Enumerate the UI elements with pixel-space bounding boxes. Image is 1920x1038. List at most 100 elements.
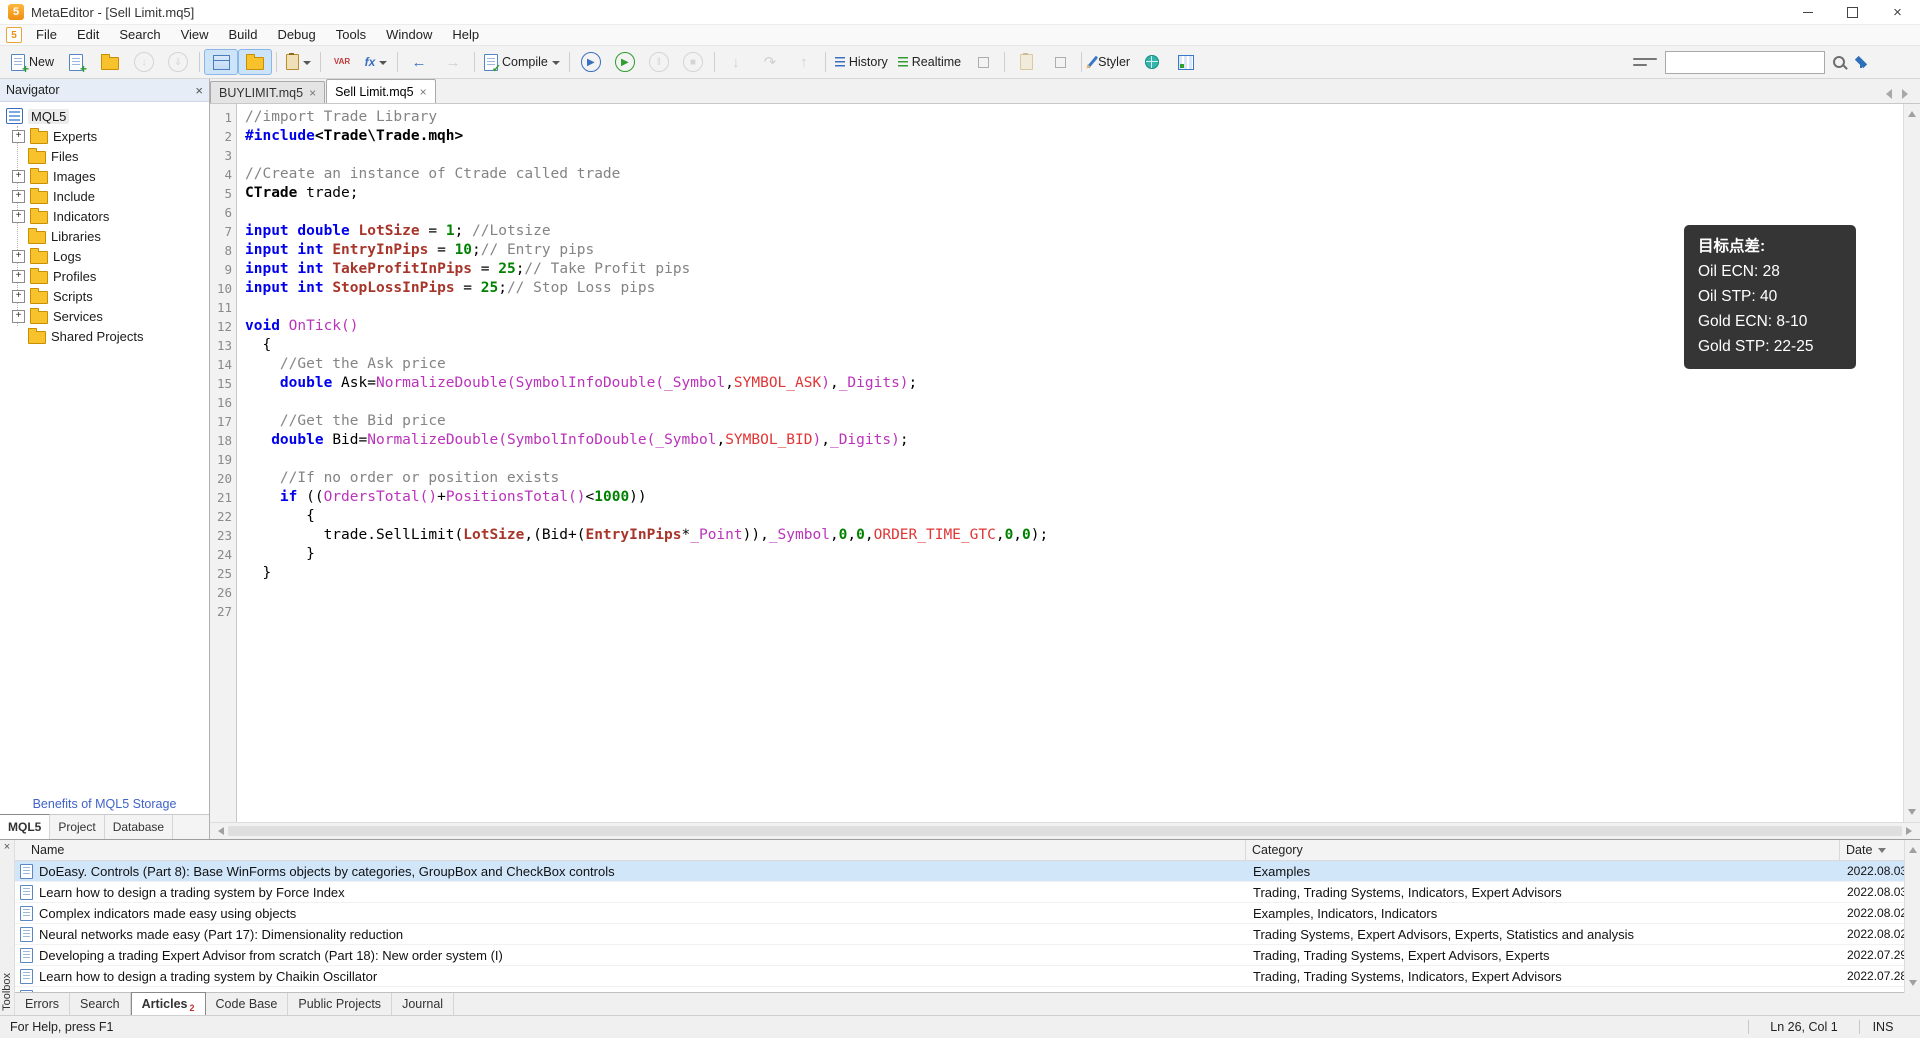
minimize-button[interactable]	[1785, 0, 1830, 24]
tree-item-scripts[interactable]: Scripts	[0, 286, 209, 306]
pause-button[interactable]: ‖	[642, 49, 676, 75]
styler-button[interactable]: Styler	[1086, 49, 1135, 75]
mql5-community-button[interactable]	[1135, 49, 1169, 75]
toolbox-tab-errors[interactable]: Errors	[15, 993, 70, 1015]
open-button[interactable]	[93, 49, 127, 75]
expand-plus-icon[interactable]	[12, 210, 25, 223]
calendar-button[interactable]	[1169, 49, 1203, 75]
tree-item-experts[interactable]: Experts	[0, 126, 209, 146]
menu-item-edit[interactable]: Edit	[67, 25, 109, 45]
articles-vertical-scrollbar[interactable]	[1904, 840, 1920, 993]
save-all-button[interactable]: ⇓	[161, 49, 195, 75]
toolbox-tab-code-base[interactable]: Code Base	[206, 993, 289, 1015]
editor-horizontal-scrollbar[interactable]	[210, 822, 1920, 839]
toggle-navigator-button[interactable]	[204, 49, 238, 75]
paste-dropdown-button[interactable]	[281, 49, 316, 75]
scroll-left-icon[interactable]	[214, 827, 224, 835]
toolbox-tab-public-projects[interactable]: Public Projects	[288, 993, 392, 1015]
tree-item-indicators[interactable]: Indicators	[0, 206, 209, 226]
navigator-tab-mql5[interactable]: MQL5	[0, 814, 50, 839]
tab-scroll-left-icon[interactable]	[1886, 89, 1892, 99]
scroll-up-icon[interactable]	[1908, 107, 1916, 117]
menu-item-search[interactable]: Search	[109, 25, 170, 45]
toggle-toolbox-button[interactable]	[238, 49, 272, 75]
tab-close-icon[interactable]: ×	[420, 86, 427, 98]
menu-item-help[interactable]: Help	[442, 25, 489, 45]
expand-plus-icon[interactable]	[12, 310, 25, 323]
chart-button[interactable]	[966, 49, 1000, 75]
code-editor[interactable]: 1234567891011121314151617181920212223242…	[210, 104, 1903, 822]
scroll-down-icon[interactable]	[1909, 980, 1917, 990]
editor-vertical-scrollbar[interactable]	[1903, 104, 1920, 822]
toolbox-tab-articles[interactable]: Articles2	[131, 992, 206, 1015]
start-profiling-button[interactable]: ▶	[608, 49, 642, 75]
column-header-name[interactable]: Name	[15, 840, 1245, 860]
menu-item-view[interactable]: View	[171, 25, 219, 45]
new-window-button[interactable]	[59, 49, 93, 75]
education-cap-icon[interactable]	[1853, 56, 1869, 68]
scroll-right-icon[interactable]	[1906, 827, 1916, 835]
maximize-button[interactable]	[1830, 0, 1875, 24]
new-button[interactable]: New	[6, 49, 59, 75]
stop-button[interactable]: ■	[676, 49, 710, 75]
navigator-tree[interactable]: MQL5ExpertsFilesImagesIncludeIndicatorsL…	[0, 102, 209, 794]
expand-plus-icon[interactable]	[12, 170, 25, 183]
article-row[interactable]: Learn how to design a trading system by …	[15, 966, 1920, 987]
mql5-storage-link[interactable]: Benefits of MQL5 Storage	[33, 797, 177, 811]
tree-item-profiles[interactable]: Profiles	[0, 266, 209, 286]
search-settings-button[interactable]	[1623, 49, 1657, 75]
search-input[interactable]	[1665, 51, 1825, 74]
variables-button[interactable]: VAR	[325, 49, 359, 75]
expand-plus-icon[interactable]	[12, 130, 25, 143]
tree-item-logs[interactable]: Logs	[0, 246, 209, 266]
navigator-tab-database[interactable]: Database	[105, 815, 173, 839]
mdi-document-icon[interactable]: 5	[6, 27, 22, 43]
tree-root-mql5[interactable]: MQL5	[0, 106, 209, 126]
step-over-button[interactable]: ↷	[753, 49, 787, 75]
step-into-button[interactable]: ↓	[719, 49, 753, 75]
navigate-back-button[interactable]: ←	[402, 49, 436, 75]
scroll-down-icon[interactable]	[1908, 809, 1916, 819]
article-row[interactable]: DoEasy. Controls (Part 8): Base WinForms…	[15, 861, 1920, 882]
search-icon[interactable]	[1833, 56, 1845, 68]
article-row[interactable]: Developing a trading Expert Advisor from…	[15, 945, 1920, 966]
menu-item-build[interactable]: Build	[219, 25, 268, 45]
article-row[interactable]: Learn how to design a trading system by …	[15, 882, 1920, 903]
article-row[interactable]: Complex indicators made easy using objec…	[15, 903, 1920, 924]
article-row[interactable]: Neural networks made easy (Part 17): Dim…	[15, 924, 1920, 945]
scrollbar-thumb[interactable]	[228, 826, 1902, 836]
expand-plus-icon[interactable]	[12, 290, 25, 303]
expand-plus-icon[interactable]	[12, 190, 25, 203]
realtime-button[interactable]: Realtime	[893, 49, 966, 75]
tab-scroll-right-icon[interactable]	[1902, 89, 1908, 99]
menu-item-debug[interactable]: Debug	[267, 25, 325, 45]
start-debug-button[interactable]: ▶	[574, 49, 608, 75]
editor-tab-sell-limit.mq5[interactable]: Sell Limit.mq5×	[326, 79, 436, 103]
expand-plus-icon[interactable]	[12, 250, 25, 263]
tree-item-images[interactable]: Images	[0, 166, 209, 186]
navigator-tab-project[interactable]: Project	[50, 815, 104, 839]
copy-snippet-button[interactable]	[1009, 49, 1043, 75]
tab-close-icon[interactable]: ×	[309, 87, 316, 99]
tree-item-libraries[interactable]: Libraries	[0, 226, 209, 246]
menu-item-window[interactable]: Window	[376, 25, 442, 45]
scroll-up-icon[interactable]	[1909, 843, 1917, 853]
screenshot-button[interactable]	[1043, 49, 1077, 75]
step-out-button[interactable]: ↑	[787, 49, 821, 75]
editor-tab-buylimit.mq5[interactable]: BUYLIMIT.mq5×	[210, 81, 325, 103]
toolbox-close-button[interactable]: ×	[4, 842, 10, 853]
history-button[interactable]: History	[830, 49, 893, 75]
column-header-category[interactable]: Category	[1245, 840, 1839, 860]
toolbox-tab-search[interactable]: Search	[70, 993, 131, 1015]
expand-plus-icon[interactable]	[12, 270, 25, 283]
tree-item-shared-projects[interactable]: Shared Projects	[0, 326, 209, 346]
navigator-close-button[interactable]: ×	[195, 84, 203, 97]
tree-item-include[interactable]: Include	[0, 186, 209, 206]
function-list-button[interactable]: fx	[359, 49, 393, 75]
compile-button[interactable]: Compile	[479, 49, 565, 75]
close-button[interactable]: ×	[1875, 0, 1920, 24]
menu-item-file[interactable]: File	[26, 25, 67, 45]
tree-item-files[interactable]: Files	[0, 146, 209, 166]
tree-item-services[interactable]: Services	[0, 306, 209, 326]
navigate-forward-button[interactable]: →	[436, 49, 470, 75]
